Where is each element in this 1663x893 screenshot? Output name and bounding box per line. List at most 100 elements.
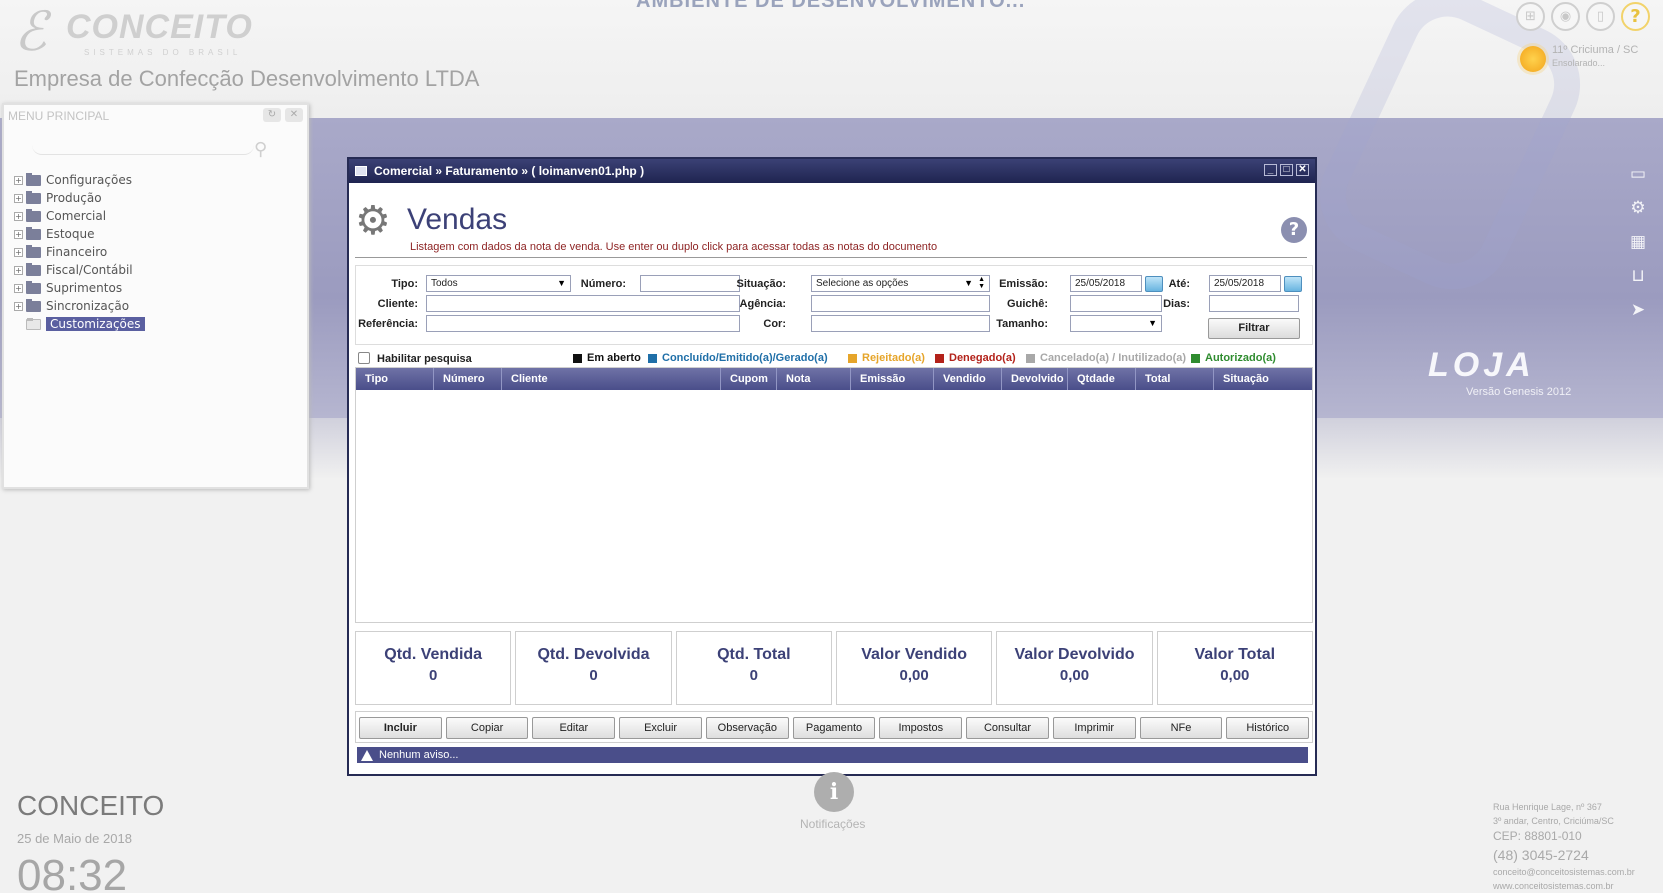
expand-icon[interactable]: +: [14, 247, 23, 257]
emissao-date-input[interactable]: [1070, 275, 1142, 292]
situacao-label: Situação:: [736, 278, 786, 290]
menu-tree: + Configurações + Produção + Comercial + Est…: [14, 171, 145, 333]
historico-button[interactable]: Histórico: [1226, 717, 1310, 739]
filtrar-button[interactable]: Filtrar: [1208, 318, 1300, 339]
habilitar-pesquisa-checkbox[interactable]: [358, 352, 370, 364]
folder-icon: [26, 190, 41, 204]
menu-item-producao[interactable]: + Produção: [14, 189, 145, 207]
address-site[interactable]: www.conceitosistemas.com.br: [1493, 879, 1635, 893]
legend-swatch: [573, 353, 582, 363]
vendas-grid[interactable]: Tipo Número Cliente Cupom Nota Emissão V…: [355, 367, 1313, 623]
observacao-button[interactable]: Observação: [705, 717, 789, 739]
refresh-icon[interactable]: ↻: [263, 108, 281, 122]
rss-icon[interactable]: ◉: [1551, 2, 1580, 31]
info-icon[interactable]: i: [814, 772, 854, 812]
total-valor-vendido: Valor Vendido 0,00: [835, 631, 993, 705]
menu-item-sincronizacao[interactable]: + Sincronização: [14, 297, 145, 315]
excluir-button[interactable]: Excluir: [619, 717, 702, 739]
column-header-devolvido[interactable]: Devolvido: [1002, 368, 1068, 390]
pagamento-button[interactable]: Pagamento: [792, 717, 876, 739]
book-icon[interactable]: ▯: [1586, 2, 1615, 31]
sitemap-icon[interactable]: ⊞: [1516, 2, 1545, 31]
dropdown-arrow-icon: ▼: [557, 278, 566, 288]
maximize-icon[interactable]: □: [1280, 164, 1293, 176]
numero-input[interactable]: [640, 275, 740, 292]
window-title: Comercial » Faturamento » ( loimanven01.…: [374, 164, 645, 178]
column-header-tipo[interactable]: Tipo: [356, 368, 434, 390]
gear-icon[interactable]: ⚙: [1628, 198, 1648, 218]
menu-item-customizacoes[interactable]: Customizações: [14, 315, 145, 333]
grid-header: Tipo Número Cliente Cupom Nota Emissão V…: [356, 368, 1312, 390]
situacao-multiselect[interactable]: Selecione as opções ▼ ▲ ▼: [811, 275, 990, 292]
guiche-input[interactable]: [1070, 295, 1162, 312]
filter-panel: Tipo: Todos ▼ Número: Situação: Selecione…: [355, 265, 1313, 345]
total-qtd-devolvida: Qtd. Devolvida 0: [515, 631, 672, 705]
conceito-logo: ℰ CONCEITO SISTEMAS DO BRASIL: [14, 4, 254, 60]
right-icon-bar: ▭ ⚙ ▦ ⊔ ➤: [1628, 164, 1648, 320]
nfe-button[interactable]: NFe: [1139, 717, 1223, 739]
imprimir-button[interactable]: Imprimir: [1052, 717, 1136, 739]
window-icon: [355, 166, 367, 176]
cliente-input[interactable]: [426, 295, 740, 312]
incluir-button[interactable]: Incluir: [359, 717, 442, 739]
menu-search-input[interactable]: [32, 135, 254, 155]
menu-item-fiscal-contabil[interactable]: + Fiscal/Contábil: [14, 261, 145, 279]
expand-icon[interactable]: +: [14, 301, 23, 311]
guiche-label: Guichê:: [1007, 298, 1048, 310]
column-header-vendido[interactable]: Vendido: [934, 368, 1002, 390]
weather-condition: Ensolarado...: [1552, 58, 1606, 68]
dias-input[interactable]: [1209, 295, 1299, 312]
expand-icon[interactable]: +: [14, 265, 23, 275]
cor-input[interactable]: [811, 315, 990, 332]
logo-text: CONCEITO: [66, 8, 253, 46]
tamanho-select[interactable]: ▼: [1070, 315, 1162, 332]
expand-icon[interactable]: +: [14, 283, 23, 293]
column-header-total[interactable]: Total: [1136, 368, 1214, 390]
column-header-situacao[interactable]: Situação: [1214, 368, 1312, 390]
legend-swatch: [1026, 353, 1035, 363]
column-header-numero[interactable]: Número: [434, 368, 502, 390]
total-qtd-vendida: Qtd. Vendida 0: [355, 631, 512, 705]
minimize-icon[interactable]: _: [1264, 164, 1277, 176]
expand-icon[interactable]: +: [14, 211, 23, 221]
menu-item-estoque[interactable]: + Estoque: [14, 225, 145, 243]
menu-item-configuracoes[interactable]: + Configurações: [14, 171, 145, 189]
agencia-input[interactable]: [811, 295, 990, 312]
expand-icon[interactable]: +: [14, 229, 23, 239]
expand-icon[interactable]: +: [14, 193, 23, 203]
search-icon[interactable]: ⚲: [254, 139, 267, 160]
gears-icon: ⚙: [355, 198, 391, 244]
column-header-cupom[interactable]: Cupom: [721, 368, 777, 390]
address-email[interactable]: conceito@conceitosistemas.com.br: [1493, 865, 1635, 879]
column-header-nota[interactable]: Nota: [777, 368, 851, 390]
help-icon[interactable]: ?: [1621, 2, 1650, 31]
calendar-icon[interactable]: ▦: [1628, 232, 1648, 252]
close-icon[interactable]: ✕: [1296, 164, 1309, 176]
menu-item-comercial[interactable]: + Comercial: [14, 207, 145, 225]
logo-subtext: SISTEMAS DO BRASIL: [84, 48, 242, 57]
paper-plane-icon[interactable]: ➤: [1628, 300, 1648, 320]
column-header-qtdade[interactable]: Qtdade: [1068, 368, 1136, 390]
editar-button[interactable]: Editar: [532, 717, 616, 739]
basket-icon[interactable]: ⊔: [1628, 266, 1648, 286]
column-header-emissao[interactable]: Emissão: [851, 368, 934, 390]
ate-date-input[interactable]: [1209, 275, 1281, 292]
help-icon[interactable]: ?: [1281, 217, 1307, 243]
tipo-select[interactable]: Todos ▼: [426, 275, 571, 292]
consultar-button[interactable]: Consultar: [966, 717, 1049, 739]
window-titlebar[interactable]: Comercial » Faturamento » ( loimanven01.…: [349, 159, 1315, 183]
spinner-icon: ▲ ▼: [978, 276, 985, 290]
menu-item-financeiro[interactable]: + Financeiro: [14, 243, 145, 261]
copiar-button[interactable]: Copiar: [445, 717, 529, 739]
calendar-icon[interactable]: [1284, 276, 1302, 292]
close-icon[interactable]: ✕: [285, 108, 303, 122]
monitor-icon[interactable]: ▭: [1628, 164, 1648, 184]
expand-icon[interactable]: +: [14, 175, 23, 185]
impostos-button[interactable]: Impostos: [879, 717, 963, 739]
column-header-cliente[interactable]: Cliente: [502, 368, 721, 390]
total-qtd-total: Qtd. Total 0: [675, 631, 832, 705]
notifications-label[interactable]: Notificações: [800, 817, 865, 831]
menu-item-suprimentos[interactable]: + Suprimentos: [14, 279, 145, 297]
referencia-input[interactable]: [426, 315, 740, 332]
main-menu-title: MENU PRINCIPAL: [8, 109, 110, 123]
